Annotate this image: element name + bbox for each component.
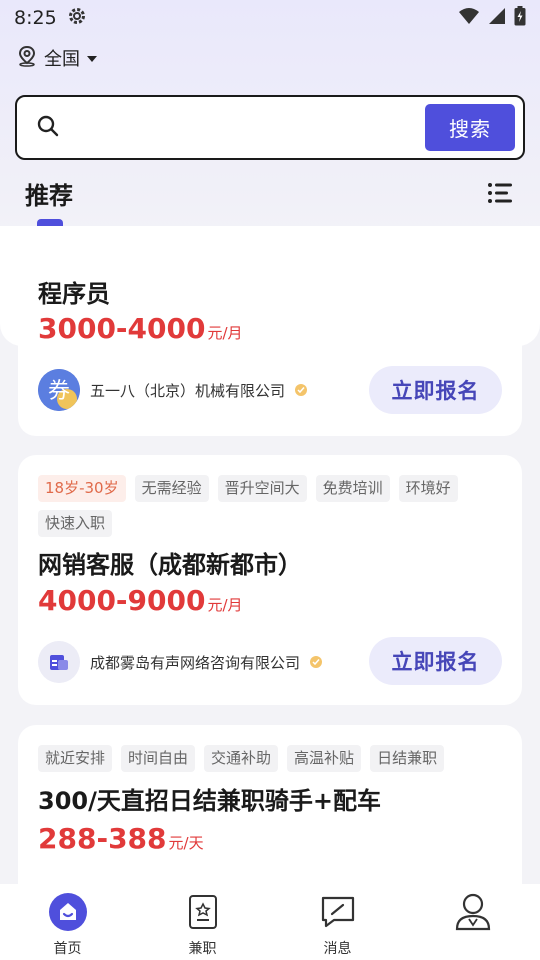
job-tag: 环境好 bbox=[398, 475, 458, 502]
job-salary: 3000-4000 元/月 bbox=[38, 312, 243, 345]
job-tag: 就近安排 bbox=[38, 745, 113, 772]
nav-label: 消息 bbox=[323, 941, 352, 957]
company-logo: 券 bbox=[38, 369, 80, 411]
company-name: 五一八（北京）机械有限公司 bbox=[90, 381, 286, 400]
company-name: 成都雾岛有声网络咨询有限公司 bbox=[90, 653, 301, 672]
salary-unit: 元/月 bbox=[207, 596, 243, 614]
wifi-icon bbox=[458, 7, 480, 29]
nav-item-part-time[interactable]: 兼职 bbox=[153, 892, 253, 958]
job-salary: 4000-9000 元/月 bbox=[38, 584, 243, 617]
status-time: 8:25 bbox=[14, 7, 57, 29]
job-tag: 日结兼职 bbox=[370, 745, 445, 772]
search-bar: 搜索 bbox=[15, 95, 525, 160]
section-title[interactable]: 推荐 bbox=[25, 176, 73, 211]
job-tag: 18岁-30岁 bbox=[38, 475, 126, 502]
job-tags: 就近安排 时间自由 交通补助 高温补贴 日结兼职 bbox=[38, 745, 508, 772]
job-tag: 时间自由 bbox=[121, 745, 196, 772]
company-info: 成都雾岛有声网络咨询有限公司 bbox=[38, 641, 323, 683]
search-icon bbox=[37, 115, 59, 141]
location-label: 全国 bbox=[44, 49, 80, 70]
job-tag: 交通补助 bbox=[204, 745, 279, 772]
location-pin-icon bbox=[16, 45, 38, 71]
caret-down-icon bbox=[86, 49, 98, 68]
battery-icon bbox=[514, 6, 526, 30]
job-tags: 18岁-30岁 无需经验 晋升空间大 免费培训 环境好 快速入职 bbox=[38, 475, 508, 537]
job-tag: 快速入职 bbox=[38, 510, 113, 537]
verified-badge-icon bbox=[295, 384, 308, 396]
search-button[interactable]: 搜索 bbox=[425, 104, 515, 151]
status-bar: 8:25 bbox=[0, 0, 540, 36]
job-title: 300/天直招日结兼职骑手+配车 bbox=[38, 787, 381, 815]
search-input[interactable] bbox=[69, 107, 425, 148]
job-tag: 无需经验 bbox=[134, 475, 209, 502]
location-selector[interactable]: 全国 bbox=[16, 44, 98, 72]
job-tag: 晋升空间大 bbox=[217, 475, 307, 502]
job-tag: 免费培训 bbox=[315, 475, 390, 502]
job-tag: 高温补贴 bbox=[287, 745, 362, 772]
company-info: 券 五一八（北京）机械有限公司 bbox=[38, 369, 308, 411]
salary-amount: 4000-9000 bbox=[38, 584, 206, 617]
signal-icon bbox=[488, 7, 506, 29]
salary-unit: 元/天 bbox=[168, 834, 204, 852]
apply-button[interactable]: 立即报名 bbox=[369, 366, 502, 414]
apply-button[interactable]: 立即报名 bbox=[369, 637, 502, 685]
salary-unit: 元/月 bbox=[207, 324, 243, 342]
nav-item-profile[interactable] bbox=[423, 892, 523, 938]
job-title: 网销客服（成都新都市） bbox=[38, 551, 302, 579]
job-title: 程序员 bbox=[38, 280, 110, 308]
home-icon bbox=[48, 892, 88, 932]
part-time-icon bbox=[188, 892, 218, 932]
nav-item-home[interactable]: 首页 bbox=[18, 892, 118, 958]
salary-amount: 288-388 bbox=[38, 822, 167, 855]
company-logo bbox=[38, 641, 80, 683]
salary-amount: 3000-4000 bbox=[38, 312, 206, 345]
verified-badge-icon bbox=[310, 656, 323, 668]
message-icon bbox=[320, 892, 356, 932]
job-card[interactable]: 18岁-30岁 无需经验 晋升空间大 免费培训 环境好 快速入职 网销客服（成都… bbox=[18, 455, 522, 705]
list-menu-icon[interactable] bbox=[487, 182, 513, 208]
profile-icon bbox=[454, 892, 492, 932]
job-salary: 288-388 元/天 bbox=[38, 822, 204, 855]
nav-label: 兼职 bbox=[188, 941, 217, 957]
settings-gear-icon bbox=[67, 6, 87, 30]
bottom-nav: 首页 兼职 消息 bbox=[0, 884, 540, 960]
nav-label: 首页 bbox=[53, 941, 82, 957]
svg-text:券: 券 bbox=[48, 379, 70, 404]
nav-item-messages[interactable]: 消息 bbox=[288, 892, 388, 958]
section-tab-indicator bbox=[37, 219, 63, 226]
